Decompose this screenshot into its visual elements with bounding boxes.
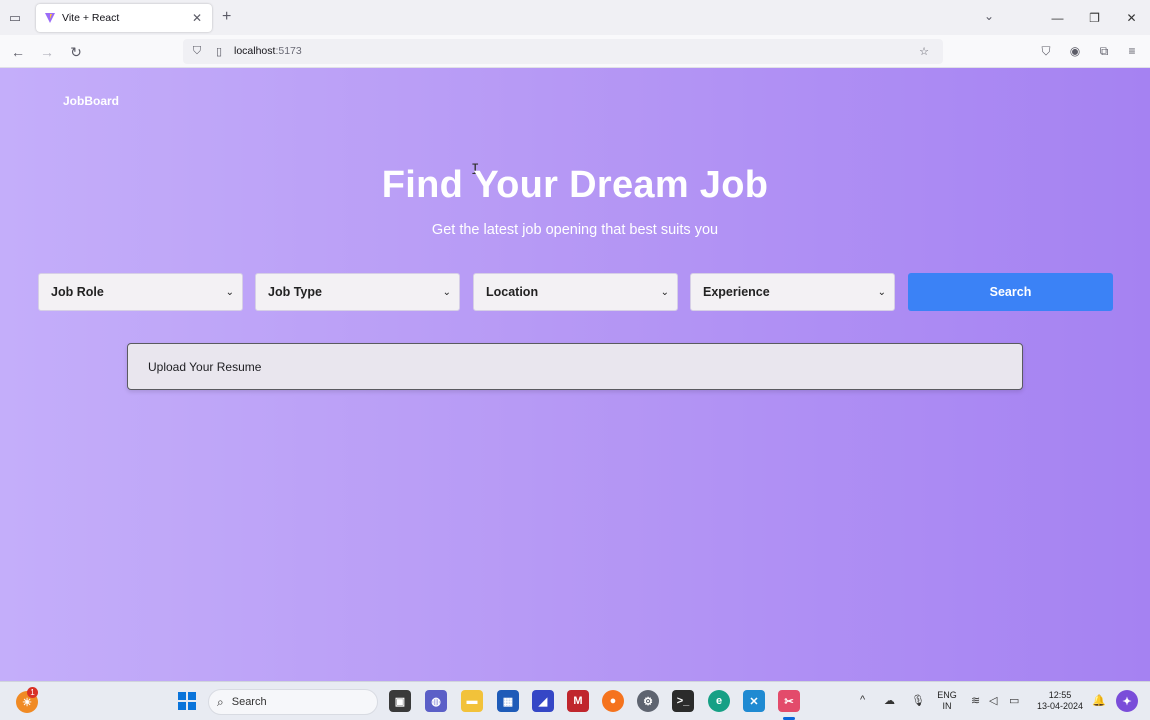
battery-icon[interactable]: ▭ xyxy=(1009,694,1019,707)
brand-logo[interactable]: JobBoard xyxy=(63,94,119,108)
notification-badge: 1 xyxy=(27,687,38,698)
reload-icon[interactable]: ↻ xyxy=(66,42,86,62)
list-all-tabs-icon[interactable]: ⌄ xyxy=(984,9,994,23)
browser-tab[interactable]: Vite + React ✕ xyxy=(36,4,212,32)
search-button[interactable]: Search xyxy=(908,273,1113,311)
volume-icon[interactable]: ◁ xyxy=(989,694,997,707)
menu-icon[interactable]: ≡ xyxy=(1124,43,1140,59)
select-label: Job Role xyxy=(51,285,104,299)
onedrive-icon[interactable]: ☁ xyxy=(884,694,895,707)
tracking-shield-icon[interactable]: ⛉ xyxy=(190,44,204,58)
firefox-icon[interactable]: ● xyxy=(602,690,624,712)
edge-icon[interactable]: e xyxy=(708,690,730,712)
close-window-icon[interactable]: ✕ xyxy=(1113,0,1150,35)
hero-title: Find Your Dream Job xyxy=(381,164,769,206)
tab-close-icon[interactable]: ✕ xyxy=(190,11,204,25)
forward-icon[interactable]: → xyxy=(37,42,57,62)
taskbar-search-placeholder: Search xyxy=(231,696,267,708)
url-text[interactable]: localhost:5173 xyxy=(234,45,302,57)
chevron-down-icon: ⌄ xyxy=(660,286,669,298)
chevron-down-icon: ⌄ xyxy=(877,286,886,298)
store-icon[interactable]: ▦ xyxy=(497,690,519,712)
job-type-select[interactable]: Job Type ⌄ xyxy=(255,273,460,311)
location-select[interactable]: Location ⌄ xyxy=(473,273,678,311)
clock[interactable]: 12:55 13-04-2024 xyxy=(1030,690,1090,712)
new-tab-icon[interactable]: + xyxy=(222,8,231,26)
search-icon: ⌕ xyxy=(217,694,224,709)
select-label: Job Type xyxy=(268,285,322,299)
extensions-icon[interactable]: ⧉ xyxy=(1096,43,1112,59)
windows-start-icon[interactable] xyxy=(176,690,198,712)
page-info-icon[interactable]: ▯ xyxy=(212,44,226,58)
chat-icon[interactable]: ◍ xyxy=(425,690,447,712)
window-controls: — ❐ ✕ xyxy=(1039,0,1150,35)
upload-resume-button[interactable]: Upload Your Resume xyxy=(127,343,1023,390)
notification-bell-icon[interactable]: 🔔 xyxy=(1092,694,1106,707)
mcafee-icon[interactable]: M xyxy=(567,690,589,712)
hero-subtitle: Get the latest job opening that best sui… xyxy=(431,222,719,238)
minimize-icon[interactable]: — xyxy=(1039,0,1076,35)
copilot-icon[interactable]: ✦ xyxy=(1116,690,1138,712)
chevron-down-icon: ⌄ xyxy=(442,286,451,298)
task-view-icon[interactable]: ▣ xyxy=(389,690,411,712)
browser-tab-bar: ▭ Vite + React ✕ + ⌄ — ❐ ✕ xyxy=(0,0,1150,35)
url-bar[interactable]: ⛉ ▯ localhost:5173 ☆ xyxy=(183,39,943,64)
job-board-page: JobBoard I Find Your Dream Job Get the l… xyxy=(0,68,1150,681)
pocket-icon[interactable]: ⛉ xyxy=(1038,43,1054,59)
chevron-down-icon: ⌄ xyxy=(225,286,234,298)
restore-icon[interactable]: ❐ xyxy=(1076,0,1113,35)
browser-nav-bar: ← → ↻ ⛉ ▯ localhost:5173 ☆ ⛉ ◉ ⧉ ≡ xyxy=(0,35,1150,68)
account-icon[interactable]: ◉ xyxy=(1067,43,1083,59)
job-role-select[interactable]: Job Role ⌄ xyxy=(38,273,243,311)
file-explorer-icon[interactable]: ▬ xyxy=(461,690,483,712)
bookmark-star-icon[interactable]: ☆ xyxy=(917,44,931,58)
select-label: Location xyxy=(486,285,539,299)
language-indicator[interactable]: ENG IN xyxy=(934,690,960,712)
settings-icon[interactable]: ⚙ xyxy=(637,690,659,712)
tab-list-icon[interactable]: ▭ xyxy=(0,0,30,35)
show-hidden-icons-icon[interactable]: ^ xyxy=(860,694,865,706)
experience-select[interactable]: Experience ⌄ xyxy=(690,273,895,311)
vite-favicon-icon xyxy=(45,13,55,23)
vscode-icon[interactable]: ✕ xyxy=(743,690,765,712)
snipping-tool-icon[interactable]: ✂ xyxy=(778,690,800,712)
back-icon[interactable]: ← xyxy=(8,42,28,62)
wifi-icon[interactable]: ≋ xyxy=(971,694,980,707)
windows-taskbar: ☀ 1 ⌕ Search ▣ ◍ ▬ ▦ ◢ M ● ⚙ >_ e ✕ ✂ ^ … xyxy=(0,681,1150,720)
select-label: Experience xyxy=(703,285,770,299)
taskbar-search-box[interactable]: ⌕ Search xyxy=(208,689,378,715)
terminal-icon[interactable]: >_ xyxy=(672,690,694,712)
visual-studio-icon[interactable]: ◢ xyxy=(532,690,554,712)
tab-title: Vite + React xyxy=(62,12,120,24)
microphone-icon[interactable]: 🎙 xyxy=(911,694,925,707)
